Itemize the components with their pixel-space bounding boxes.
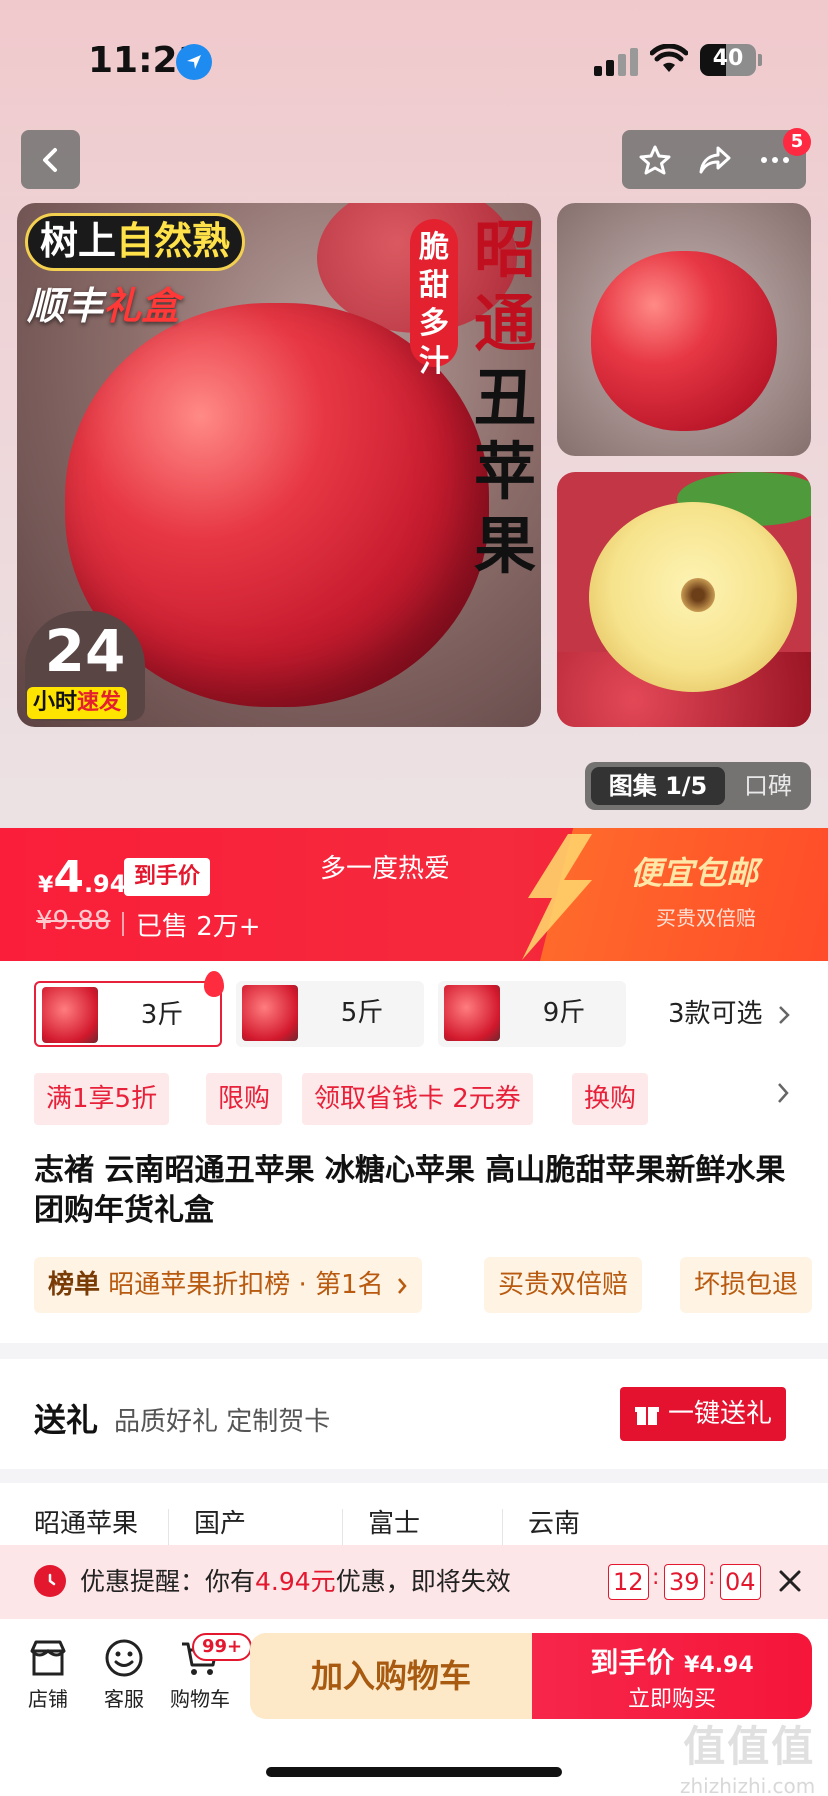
bottom-action-bar: 店铺 客服 购物车 99+ 加入购物车 到手价 ¥4.94 立即购买 值值值 z… bbox=[0, 1619, 828, 1796]
attribute-value: 云南 bbox=[528, 1509, 581, 1539]
buy-now-button[interactable]: 到手价 ¥4.94 立即购买 bbox=[532, 1633, 812, 1719]
product-gallery: 11:21 40 5 树上自然熟 顺丰礼盒 脆甜多汁 昭通丑苹果 24 小时速发… bbox=[0, 0, 828, 828]
gift-title: 送礼 bbox=[34, 1401, 99, 1439]
home-indicator[interactable] bbox=[266, 1767, 562, 1777]
close-icon[interactable] bbox=[776, 1567, 804, 1595]
wifi-icon bbox=[649, 43, 689, 78]
chevron-right-icon bbox=[397, 1277, 407, 1294]
location-arrow-icon bbox=[176, 44, 212, 80]
reminder-text: 优惠提醒：你有4.94元优惠，即将失效 bbox=[80, 1567, 511, 1596]
product-info-card: 3斤 5斤 9斤 3款可选 满1享5折 限购 领取省钱卡 2元券 换购 志褚 云… bbox=[0, 961, 828, 1343]
ranking-chip[interactable]: 榜单 昭通苹果折扣榜 · 第1名 bbox=[34, 1257, 422, 1313]
free-shipping-label: 便宜包邮 bbox=[630, 854, 759, 892]
price-guarantee-label: 买贵双倍赔 bbox=[656, 906, 756, 930]
clock-icon bbox=[34, 1565, 66, 1597]
attribute-value: 国产 bbox=[194, 1509, 247, 1539]
crisp-juicy-tag: 脆甜多汁 bbox=[410, 219, 458, 379]
promo-tag[interactable]: 领取省钱卡 2元券 bbox=[302, 1073, 533, 1125]
star-icon bbox=[639, 145, 671, 175]
variant-option[interactable]: 3斤 bbox=[34, 971, 224, 1047]
current-price: ¥4.94 bbox=[38, 852, 127, 903]
main-product-image[interactable]: 树上自然熟 顺丰礼盒 脆甜多汁 昭通丑苹果 24 小时速发 bbox=[17, 203, 541, 727]
ripe-tag: 树上自然熟 bbox=[25, 213, 246, 271]
more-variants-link[interactable]: 3款可选 bbox=[668, 981, 791, 1047]
thumbnail-image-cut-apple[interactable] bbox=[557, 472, 811, 727]
favorite-button[interactable] bbox=[626, 130, 682, 189]
gift-icon bbox=[635, 1407, 659, 1425]
chat-smile-icon bbox=[105, 1639, 143, 1677]
lightning-icon bbox=[522, 834, 592, 960]
guarantee-chip[interactable]: 买贵双倍赔 bbox=[484, 1257, 643, 1313]
original-price: ¥9.88 bbox=[36, 906, 111, 936]
tab-reviews[interactable]: 口碑 bbox=[725, 762, 811, 810]
countdown-hours: 12 bbox=[608, 1564, 649, 1600]
customer-service-button[interactable]: 客服 bbox=[92, 1637, 156, 1712]
send-gift-button[interactable]: 一键送礼 bbox=[620, 1387, 786, 1441]
attribute-value: 昭通苹果 bbox=[34, 1509, 139, 1539]
refund-chip[interactable]: 坏损包退 bbox=[680, 1257, 813, 1313]
price-banner: ¥4.94 到手价 ¥9.88 已售 2万+ 多一度热爱 便宜包邮 买贵双倍赔 bbox=[0, 828, 828, 961]
thumbnail-image-whole-apple[interactable] bbox=[557, 203, 811, 456]
tab-gallery[interactable]: 图集 1/5 bbox=[591, 767, 725, 805]
promo-tag[interactable]: 满1享5折 bbox=[34, 1073, 170, 1125]
product-title: 志褚 云南昭通丑苹果 冰糖心苹果 高山脆甜苹果新鲜水果 团购年货礼盒 bbox=[34, 1153, 786, 1228]
variant-option[interactable]: 5斤 bbox=[236, 981, 424, 1047]
top-actions bbox=[622, 130, 806, 189]
discount-reminder: 优惠提醒：你有4.94元优惠，即将失效 12 : 39 : 04 bbox=[0, 1545, 828, 1619]
gift-subtitle: 品质好礼 定制贺卡 bbox=[114, 1407, 331, 1437]
variant-option[interactable]: 9斤 bbox=[438, 981, 626, 1047]
notification-badge: 5 bbox=[783, 128, 811, 156]
final-price-tag: 到手价 bbox=[124, 858, 211, 896]
countdown-minutes: 39 bbox=[664, 1564, 705, 1600]
apple-image bbox=[591, 251, 777, 431]
chevron-right-icon[interactable] bbox=[774, 1079, 792, 1107]
battery-level: 40 bbox=[712, 46, 744, 71]
gift-box-tag: 顺丰礼盒 bbox=[27, 284, 180, 328]
gallery-switch: 图集 1/5 口碑 bbox=[585, 762, 811, 810]
chevron-left-icon bbox=[43, 148, 57, 172]
share-icon bbox=[699, 146, 731, 174]
variant-thumbnail bbox=[42, 987, 98, 1043]
cellular-signal-icon bbox=[594, 48, 640, 76]
variant-thumbnail bbox=[444, 985, 500, 1041]
apple-core-image bbox=[681, 578, 715, 612]
countdown-separator: : bbox=[708, 1565, 716, 1590]
fast-ship-badge: 24 小时速发 bbox=[25, 611, 145, 721]
battery-icon: 40 bbox=[700, 44, 756, 76]
image-title: 昭通丑苹果 bbox=[473, 213, 536, 582]
promo-tag[interactable]: 限购 bbox=[206, 1073, 283, 1125]
banner-slogan: 多一度热爱 bbox=[320, 854, 451, 884]
watermark: 值值值 zhizhizhi.com bbox=[680, 1722, 816, 1796]
gift-section: 送礼 品质好礼 定制贺卡 一键送礼 bbox=[0, 1359, 828, 1469]
divider bbox=[122, 912, 124, 936]
shop-icon bbox=[30, 1640, 66, 1676]
sold-count: 已售 2万+ bbox=[136, 912, 261, 942]
add-to-cart-button[interactable]: 加入购物车 bbox=[250, 1633, 532, 1719]
back-button[interactable] bbox=[21, 130, 80, 189]
shop-button[interactable]: 店铺 bbox=[16, 1637, 80, 1712]
flame-icon bbox=[204, 971, 224, 997]
cart-count-badge: 99+ bbox=[192, 1633, 253, 1661]
countdown-separator: : bbox=[652, 1565, 660, 1590]
status-bar: 11:21 40 bbox=[0, 0, 828, 120]
share-button[interactable] bbox=[686, 130, 742, 189]
chevron-right-icon bbox=[778, 1005, 790, 1024]
attribute-value: 富士 bbox=[368, 1509, 421, 1539]
promo-tag[interactable]: 换购 bbox=[572, 1073, 649, 1125]
battery-cap bbox=[758, 54, 762, 66]
variant-thumbnail bbox=[242, 985, 298, 1041]
countdown-seconds: 04 bbox=[720, 1564, 761, 1600]
